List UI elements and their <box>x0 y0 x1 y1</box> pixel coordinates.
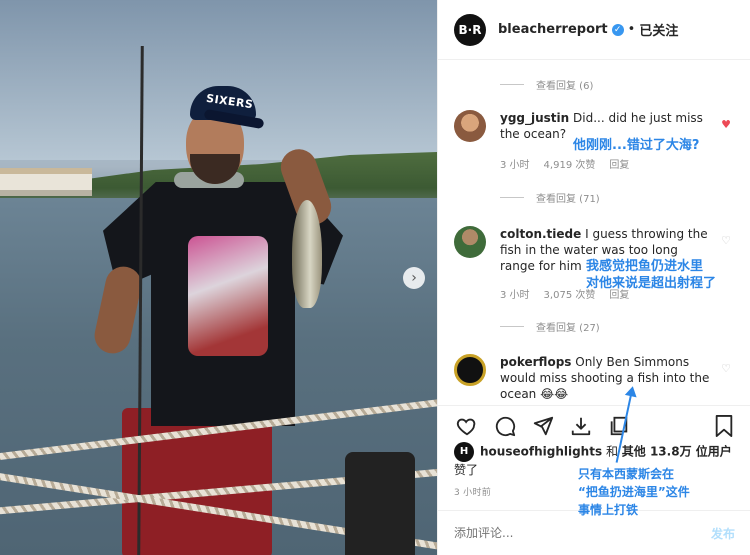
heart-icon[interactable] <box>454 413 480 439</box>
annotation-line: 我感觉把鱼仍进水里 <box>586 259 704 274</box>
account-name[interactable]: bleacherreport <box>498 22 608 37</box>
divider <box>500 326 524 327</box>
comment-username[interactable]: pokerflops <box>500 355 571 369</box>
comment-input[interactable] <box>454 526 711 540</box>
chevron-right-icon: › <box>411 270 417 286</box>
annotation-line: “把鱼扔进海里”这件 <box>578 485 690 499</box>
comment-icon[interactable] <box>492 413 518 439</box>
annotation-line: 对他来说是超出射程了 <box>586 276 717 291</box>
likes-others[interactable]: 其他 13.8万 位用户 <box>622 445 732 459</box>
post-time: 3 小时前 <box>454 488 492 498</box>
divider <box>500 197 524 198</box>
heart-icon[interactable]: ♡ <box>721 362 731 375</box>
annotation-translation: 我感觉把鱼仍进水里 对他来说是超出射程了 <box>586 258 716 292</box>
follow-status[interactable]: 已关注 <box>639 20 678 39</box>
separator-dot: • <box>627 22 636 37</box>
fish <box>292 200 322 308</box>
share-icon[interactable] <box>530 413 556 439</box>
post-media[interactable]: SIXERS › <box>0 0 437 555</box>
comment-item: pokerflops Only Ben Simmons would miss s… <box>454 354 739 405</box>
annotation-translation: 他刚刚...错过了大海? <box>573 138 700 153</box>
bottom-annotation: 只有本西蒙斯会在 “把鱼扔进海里”这件 事情上打铁 <box>578 465 690 519</box>
liker-avatar[interactable]: H <box>454 442 474 462</box>
view-replies-label: 查看回复 (71) <box>536 194 600 205</box>
action-bar <box>438 405 750 445</box>
view-replies[interactable]: 查看回复 (6) <box>500 77 593 92</box>
bookmark-icon[interactable] <box>713 414 735 442</box>
next-slide-button[interactable]: › <box>403 267 425 289</box>
post-header: B·R bleacherreport ✓ • 已关注 <box>438 0 750 60</box>
heart-icon[interactable]: ♥ <box>721 118 731 131</box>
comment-time: 3 小时 <box>500 160 530 171</box>
view-replies[interactable]: 查看回复 (27) <box>500 319 600 334</box>
heart-icon[interactable]: ♡ <box>721 234 731 247</box>
avatar[interactable] <box>454 354 486 386</box>
reply-button[interactable]: 回复 <box>609 156 629 171</box>
account-avatar[interactable]: B·R <box>454 13 486 46</box>
comment-time: 3 小时 <box>500 290 530 301</box>
comment-username[interactable]: ygg_justin <box>500 111 569 125</box>
comment-likes[interactable]: 4,919 次赞 <box>544 156 596 171</box>
view-replies-label: 查看回复 (6) <box>536 81 594 92</box>
post-comment-button[interactable]: 发布 <box>711 525 735 542</box>
verified-icon: ✓ <box>611 23 624 36</box>
avatar[interactable] <box>454 110 486 142</box>
comment-list: 查看回复 (6) ygg_justin Did... did he just m… <box>438 60 750 405</box>
dock-post <box>345 452 415 555</box>
avatar[interactable] <box>454 226 486 258</box>
liker-username[interactable]: houseofhighlights <box>480 445 602 459</box>
left-arm <box>91 263 145 357</box>
comment-text: pokerflops Only Ben Simmons would miss s… <box>500 354 712 402</box>
divider <box>500 84 524 85</box>
copy-icon[interactable] <box>606 413 632 439</box>
view-replies[interactable]: 查看回复 (71) <box>500 190 600 205</box>
annotation-line: 只有本西蒙斯会在 <box>578 467 675 481</box>
shirt-graphic <box>188 236 268 356</box>
comment-username[interactable]: colton.tiede <box>500 227 581 241</box>
download-icon[interactable] <box>568 413 594 439</box>
view-replies-label: 查看回复 (27) <box>536 323 600 334</box>
comment-meta: 3 小时 4,919 次赞 回复 <box>500 156 629 171</box>
annotation-line: 事情上打铁 <box>578 503 639 517</box>
